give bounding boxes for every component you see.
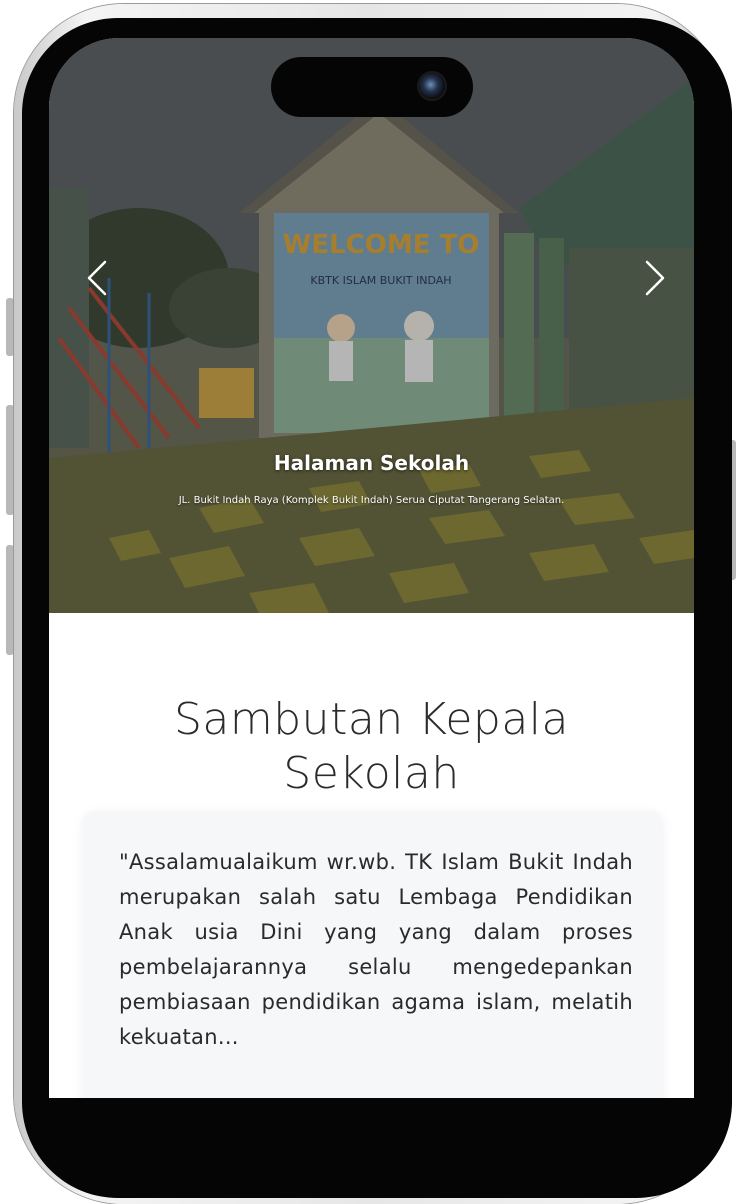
dynamic-island bbox=[271, 57, 473, 117]
welcome-message-text: "Assalamualaikum wr.wb. TK Islam Bukit I… bbox=[119, 850, 633, 1049]
welcome-section: Sambutan Kepala Sekolah "Assalamualaikum… bbox=[49, 613, 694, 1098]
section-title: Sambutan Kepala Sekolah bbox=[174, 694, 569, 799]
hero-dim-overlay bbox=[49, 38, 694, 613]
chevron-right-icon bbox=[645, 260, 665, 296]
slide-title: Halaman Sekolah bbox=[273, 451, 470, 475]
mute-switch bbox=[6, 298, 14, 356]
chevron-left-icon bbox=[87, 260, 107, 296]
carousel-next-button[interactable] bbox=[631, 256, 675, 300]
slide-subtitle: JL. Bukit Indah Raya (Komplek Bukit Inda… bbox=[178, 495, 565, 506]
volume-up-button bbox=[6, 405, 14, 515]
volume-down-button bbox=[6, 545, 14, 655]
hero-carousel[interactable]: WELCOME TO KBTK ISLAM BUKIT INDAH Halama… bbox=[49, 38, 694, 613]
carousel-prev-button[interactable] bbox=[77, 256, 121, 300]
phone-screen: WELCOME TO KBTK ISLAM BUKIT INDAH Halama… bbox=[49, 38, 694, 1098]
welcome-message-card: "Assalamualaikum wr.wb. TK Islam Bukit I… bbox=[83, 811, 663, 1098]
camera-icon bbox=[419, 73, 445, 99]
